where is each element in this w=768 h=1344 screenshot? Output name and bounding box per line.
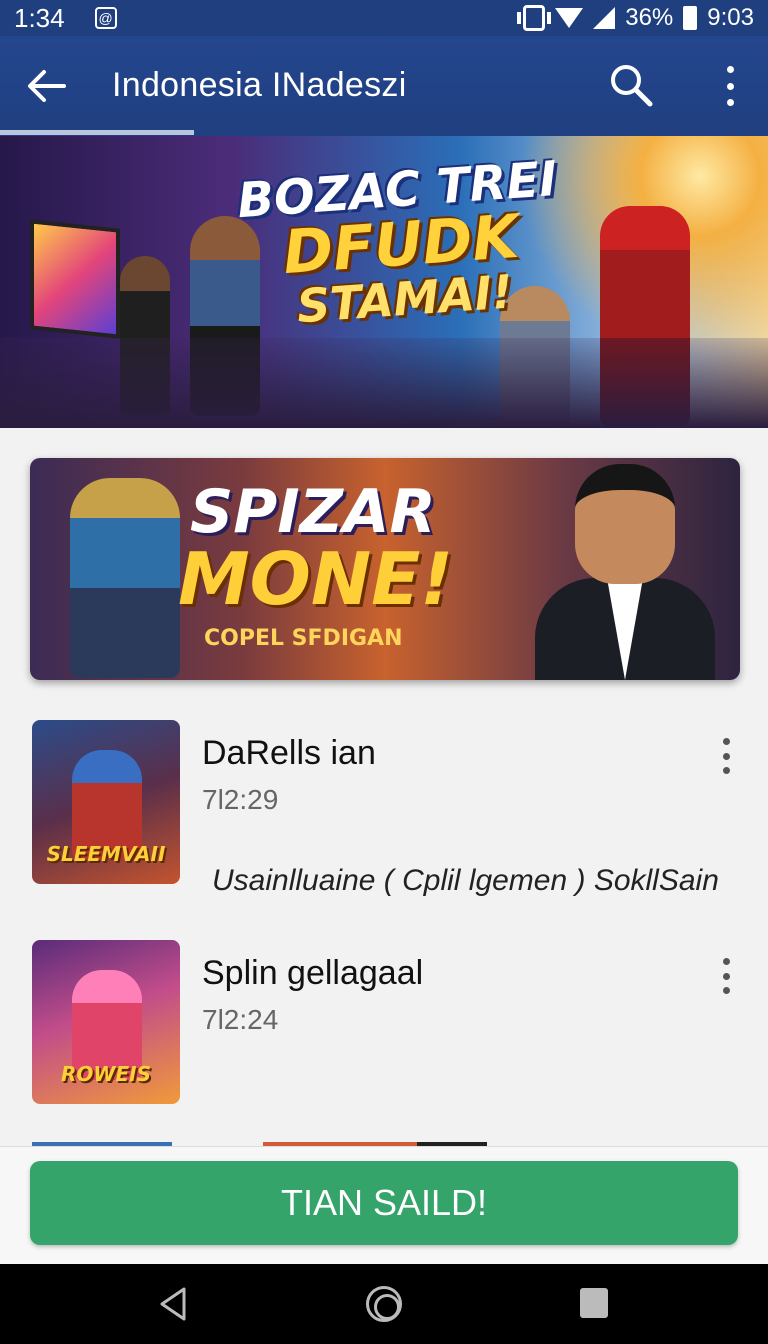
app-title: Indonesia INadeszi [112,66,407,104]
promo-title-line2: MONE! [178,537,454,621]
item-time: 7l2:29 [202,784,279,815]
hero-monitor-art [30,219,120,339]
promo-title: SPIZAR MONE! COPEL SFDIGAN [178,477,453,651]
tab-indicator [0,130,194,135]
bottom-action-panel: TIAN SAILD! [0,1146,768,1264]
wifi-icon [555,8,584,28]
promo-armored-character [70,478,180,678]
list-item[interactable]: SLEEMVAII DaRells ian 7l2:29 Usainlluain… [0,720,768,920]
vibrate-icon [517,5,552,31]
notification-icon: @ [94,7,117,29]
battery-icon [683,6,698,30]
promo-title-line1: SPIZAR [190,477,436,547]
thumbnail-label: SLEEMVAII [46,842,166,866]
battery-percent: 36% [625,4,674,31]
system-nav-bar [0,1264,768,1344]
hero-title: BOZAC TREI DFUDK STAMAI! [231,151,571,335]
promo-agent-character [535,458,715,680]
thumbnail-label: ROWEIS [61,1062,151,1086]
status-clock: 9:03 [707,4,754,31]
search-icon[interactable] [608,62,654,108]
promo-subtitle: COPEL SFDIGAN [204,625,403,651]
app-bar: Indonesia INadeszi [0,36,768,136]
more-vert-icon[interactable] [716,738,736,774]
item-thumbnail[interactable]: SLEEMVAII [32,720,180,884]
back-arrow-icon[interactable] [24,64,68,108]
nav-back-icon[interactable] [158,1286,188,1322]
nav-home-icon[interactable] [366,1286,402,1322]
hero-floor [0,338,768,428]
item-thumbnail[interactable]: ROWEIS [32,940,180,1104]
item-title: Splin gellagaal [202,954,424,992]
status-time: 1:34 [14,2,65,33]
hero-banner[interactable]: BOZAC TREI DFUDK STAMAI! [0,136,768,428]
list-item[interactable]: ROWEIS Splin gellagaal 7l2:24 [0,940,768,1140]
nav-recents-icon[interactable] [580,1288,608,1318]
status-indicators: 36% 9:03 [517,4,754,32]
promo-banner[interactable]: SPIZAR MONE! COPEL SFDIGAN [30,458,740,680]
item-time: 7l2:24 [202,1004,279,1035]
item-title: DaRells ian [202,734,376,772]
more-vert-icon[interactable] [716,958,736,994]
status-bar: 1:34 @ 36% 9:03 [0,0,768,36]
more-vert-icon[interactable] [712,66,748,106]
item-meta: Usainlluaine ( Cplil lgemen ) SokllSain [212,864,719,897]
primary-cta-button[interactable]: TIAN SAILD! [30,1161,738,1245]
signal-icon [593,7,616,29]
